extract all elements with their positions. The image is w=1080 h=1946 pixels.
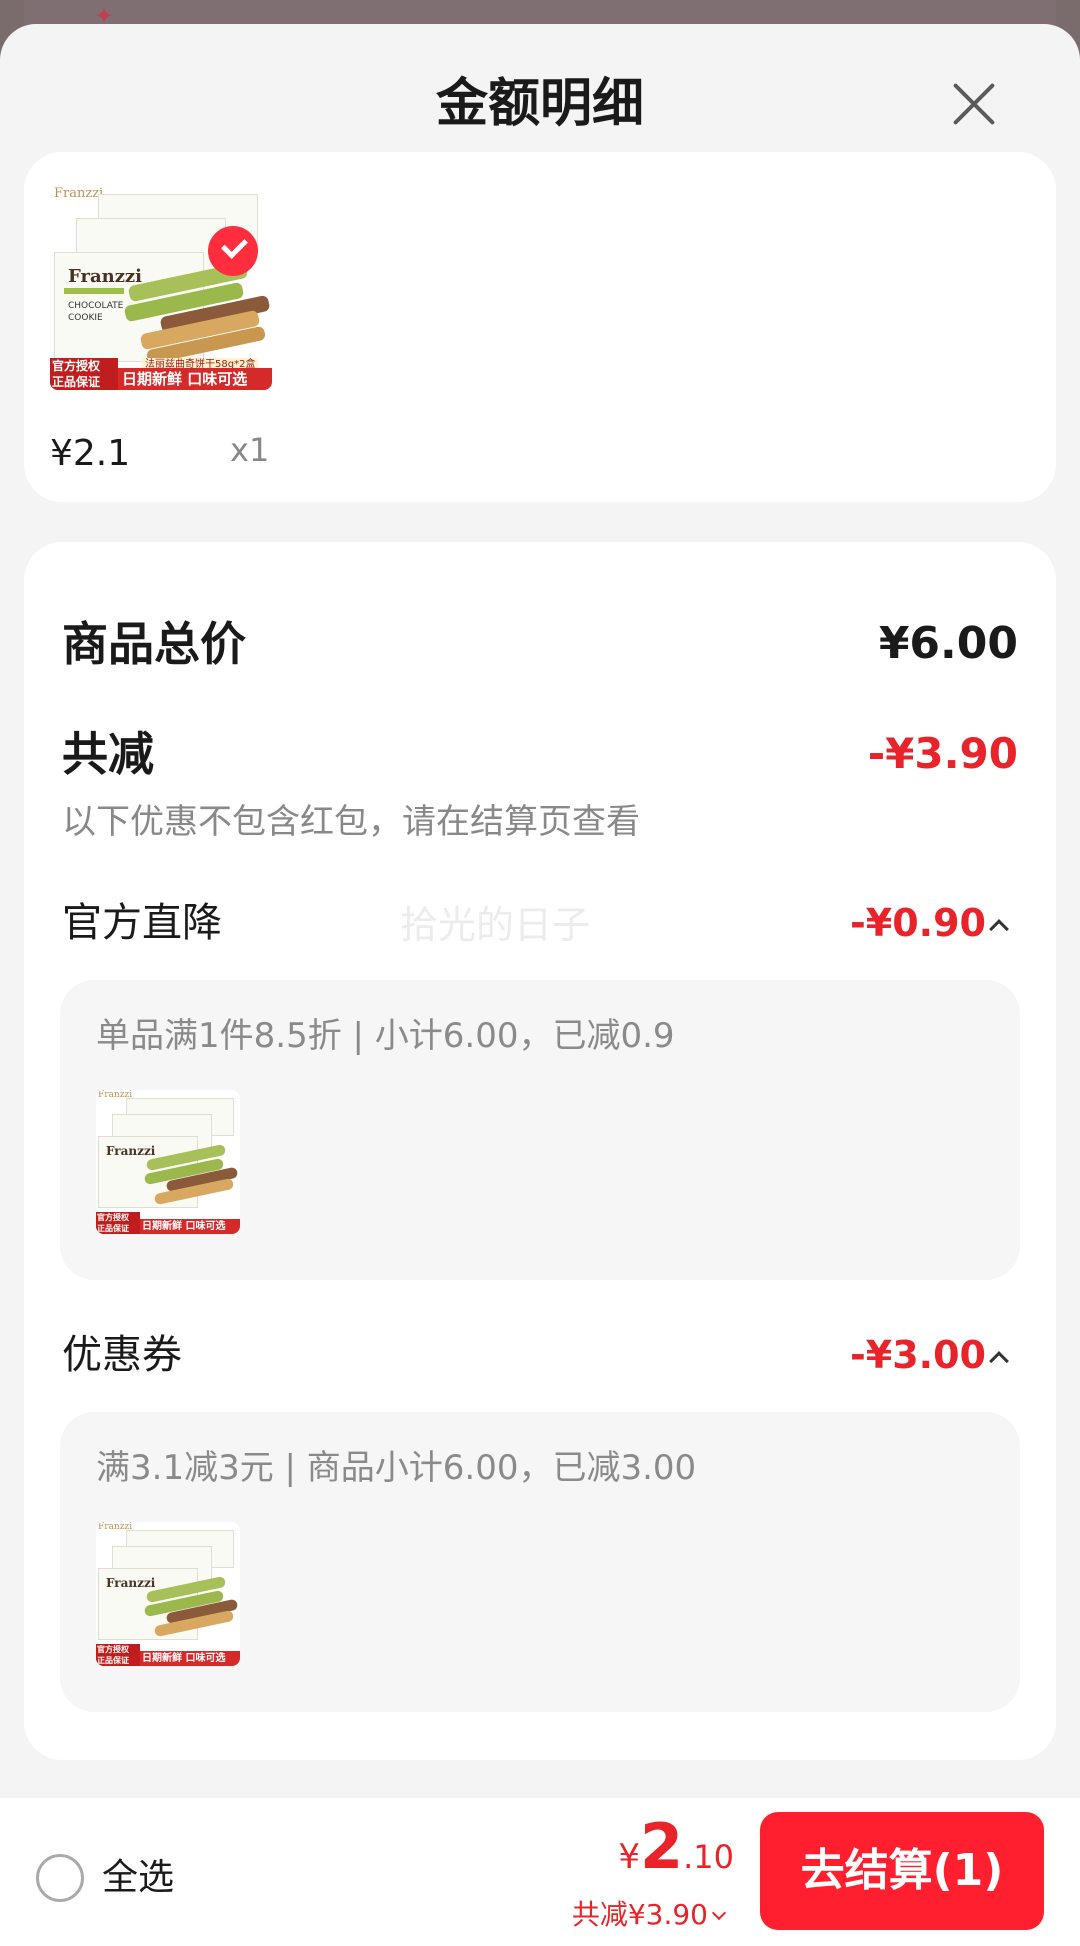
promo-banner-text: 日期新鲜 口味可选 — [142, 1653, 226, 1664]
payable-amount: ¥2.10 — [618, 1810, 734, 1883]
checkout-bar: 全选 ¥2.10 共减¥3.90 去结算(1) — [0, 1798, 1080, 1946]
promo-banner-text: 日期新鲜 口味可选 — [122, 370, 248, 388]
total-discount-value: -¥3.90 — [867, 729, 1018, 778]
chevron-down-icon[interactable] — [711, 1905, 727, 1921]
product-image[interactable]: Franzzi Franzzi CHOCOLATE COOKIE 法丽兹曲奇饼干… — [50, 182, 272, 390]
sheet-title: 金额明细 — [435, 74, 644, 134]
total-discount-label: 共减 — [62, 727, 154, 781]
watermark-text: 拾光的日子 — [400, 903, 591, 947]
coupon-label: 优惠券 — [62, 1332, 182, 1378]
official-discount-detail: 单品满1件8.5折 | 小计6.00，已减0.9 Franzzi Franzzi… — [60, 980, 1020, 1280]
product-thumbnail: Franzzi Franzzi 日期新鲜 口味可选 官方授权 正品保证 — [96, 1522, 240, 1666]
coupon-detail: 满3.1减3元 | 商品小计6.00，已减3.00 Franzzi Franzz… — [60, 1412, 1020, 1712]
official-badge: 官方授权 正品保证 — [96, 1212, 140, 1234]
select-all-label[interactable]: 全选 — [102, 1854, 174, 1902]
payable-decimal: .10 — [683, 1838, 734, 1876]
promo-banner-text: 日期新鲜 口味可选 — [142, 1221, 226, 1232]
product-thumbnail: Franzzi Franzzi 日期新鲜 口味可选 官方授权 正品保证 — [96, 1090, 240, 1234]
coupon-detail-text: 满3.1减3元 | 商品小计6.00，已减3.00 — [96, 1448, 697, 1488]
total-price-value: ¥6.00 — [878, 618, 1018, 669]
official-badge: 官方授权 正品保证 — [50, 358, 118, 390]
official-badge-text: 官方授权 正品保证 — [97, 1645, 129, 1665]
official-discount-label: 官方直降 — [62, 900, 222, 946]
package-brand-text: Franzzi — [106, 1576, 156, 1590]
close-icon[interactable] — [944, 74, 1004, 134]
currency-symbol: ¥ — [618, 1837, 640, 1877]
official-badge-text: 官方授权 正品保证 — [52, 359, 101, 389]
product-image-brand: Franzzi — [54, 186, 104, 201]
official-badge: 官方授权 正品保证 — [96, 1644, 140, 1666]
coupon-value[interactable]: -¥3.00 — [850, 1330, 986, 1380]
package-brand-text: Franzzi — [68, 266, 142, 287]
package-brand-text: Franzzi — [106, 1144, 156, 1158]
product-quantity: x1 — [230, 431, 270, 469]
product-list-card: Franzzi Franzzi CHOCOLATE COOKIE 法丽兹曲奇饼干… — [24, 152, 1056, 502]
payable-integer: 2 — [639, 1810, 684, 1883]
checkout-button[interactable]: 去结算(1) — [760, 1812, 1044, 1930]
official-discount-value[interactable]: -¥0.90 — [850, 898, 986, 948]
select-all-radio[interactable] — [36, 1854, 84, 1902]
discount-note: 以下优惠不包含红包，请在结算页查看 — [62, 802, 640, 842]
total-discount-toggle[interactable]: 共减¥3.90 — [572, 1898, 708, 1932]
official-badge-text: 官方授权 正品保证 — [97, 1213, 129, 1233]
checkmark-icon[interactable] — [208, 226, 258, 276]
package-stripe — [64, 288, 124, 294]
background-logo-icon: ✦ — [94, 2, 115, 30]
product-price: ¥2.1 — [50, 433, 131, 474]
total-price-label: 商品总价 — [62, 617, 246, 671]
official-discount-detail-text: 单品满1件8.5折 | 小计6.00，已减0.9 — [96, 1016, 675, 1056]
